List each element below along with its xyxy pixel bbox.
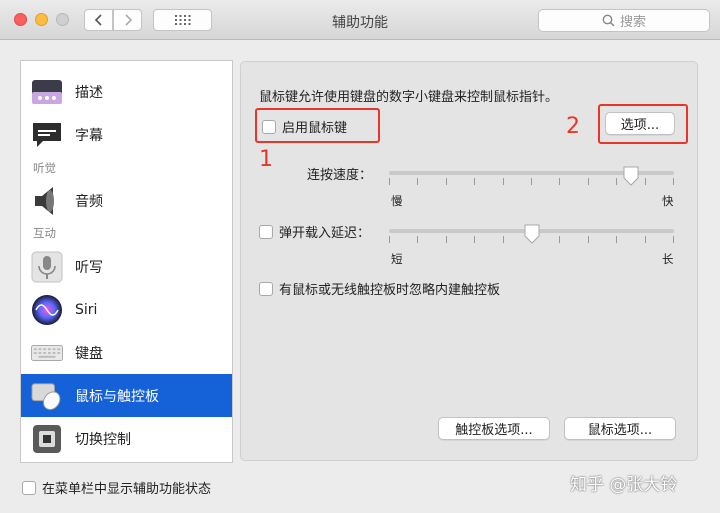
spring-delay-slider-thumb[interactable] <box>524 224 540 244</box>
siri-icon <box>31 294 63 326</box>
sidebar-item-siri[interactable]: Siri <box>21 288 232 331</box>
search-placeholder: 搜索 <box>619 15 646 30</box>
captions-icon <box>31 119 63 151</box>
sidebar-item-keyboard[interactable]: 键盘 <box>21 331 232 374</box>
slider-tick <box>587 178 589 185</box>
microphone-icon <box>31 251 63 283</box>
description-text: 鼠标键允许使用键盘的数字小键盘来控制鼠标指针。 <box>259 90 559 105</box>
sidebar-item-switch-control[interactable]: 切换控制 <box>21 417 232 460</box>
sidebar-item-label: 字幕 <box>75 127 103 144</box>
sidebar-item-dictation[interactable]: 听写 <box>21 245 232 288</box>
search-icon <box>602 14 615 27</box>
slider-tick <box>644 178 646 185</box>
sidebar-item-label: 键盘 <box>75 345 103 362</box>
slider-tick <box>445 178 447 185</box>
spring-delay-max-label: 长 <box>662 252 674 266</box>
slider-tick <box>673 178 674 185</box>
ignore-trackpad-checkbox[interactable]: 有鼠标或无线触控板时忽略内建触控板 <box>259 279 500 298</box>
spring-delay-checkbox[interactable]: 弹开载入延迟： <box>259 222 370 241</box>
spring-delay-min-label: 短 <box>391 252 403 266</box>
switch-control-icon <box>31 423 63 455</box>
annotation-number-2: 2 <box>566 114 580 139</box>
slider-tick <box>474 178 476 185</box>
checkbox-label: 在菜单栏中显示辅助功能状态 <box>42 482 212 497</box>
checkbox-box[interactable] <box>22 480 36 495</box>
title-bar: 辅助功能 搜索 <box>0 0 720 40</box>
sidebar-item-label: 描述 <box>75 84 103 101</box>
slider-tick <box>417 236 419 243</box>
sidebar-item-captions[interactable]: 字幕 <box>21 113 232 156</box>
sidebar-item-label: Siri <box>75 301 98 318</box>
mouse-trackpad-icon <box>31 380 63 412</box>
checkbox-label: 有鼠标或无线触控板时忽略内建触控板 <box>279 283 501 298</box>
sidebar: 描述 字幕 听觉 音频 互动 听写 Siri 键盘 鼠标与触控板 切换控制 <box>20 60 233 463</box>
checkbox-box[interactable] <box>259 281 273 296</box>
slider-tick <box>531 178 532 185</box>
sidebar-item-mouse-trackpad[interactable]: 鼠标与触控板 <box>21 374 232 417</box>
slider-tick <box>502 178 504 185</box>
slider-tick <box>644 236 646 243</box>
slider-tick <box>559 178 561 185</box>
annotation-box-1 <box>255 108 380 143</box>
speed-slider-thumb[interactable] <box>623 166 639 186</box>
search-field[interactable]: 搜索 <box>538 9 710 32</box>
slider-tick <box>474 236 476 243</box>
section-header-hearing: 听觉 <box>33 161 56 175</box>
sidebar-item-label: 切换控制 <box>75 431 131 448</box>
annotation-number-1: 1 <box>259 147 273 172</box>
speaker-icon <box>31 185 63 217</box>
keyboard-icon <box>31 337 63 369</box>
slider-tick <box>389 178 390 185</box>
slider-tick <box>389 236 390 243</box>
speed-label: 连按速度： <box>306 168 372 183</box>
speed-min-label: 慢 <box>391 194 403 208</box>
slider-tick <box>445 236 447 243</box>
section-header-interaction: 互动 <box>33 226 56 240</box>
slider-tick <box>616 236 618 243</box>
sidebar-item-label: 听写 <box>75 259 103 276</box>
slider-tick <box>673 236 674 243</box>
trackpad-options-button[interactable]: 触控板选项... <box>438 417 550 440</box>
sidebar-item-label: 音频 <box>75 193 103 210</box>
speed-max-label: 快 <box>662 194 674 208</box>
slider-tick <box>616 178 618 185</box>
slider-tick <box>502 236 504 243</box>
show-in-menubar-checkbox[interactable]: 在菜单栏中显示辅助功能状态 <box>22 478 211 497</box>
sidebar-item-label: 鼠标与触控板 <box>75 388 159 405</box>
watermark: 知乎 @张大铃 <box>570 475 678 495</box>
mouse-options-button[interactable]: 鼠标选项... <box>564 417 676 440</box>
checkbox-label: 弹开载入延迟： <box>279 226 371 241</box>
description-icon <box>31 76 63 108</box>
slider-tick <box>587 236 589 243</box>
slider-tick <box>559 236 561 243</box>
slider-tick <box>417 178 419 185</box>
sidebar-item-description[interactable]: 描述 <box>21 70 232 113</box>
checkbox-box[interactable] <box>259 224 273 239</box>
annotation-box-2 <box>598 104 688 144</box>
sidebar-item-audio[interactable]: 音频 <box>21 179 232 222</box>
